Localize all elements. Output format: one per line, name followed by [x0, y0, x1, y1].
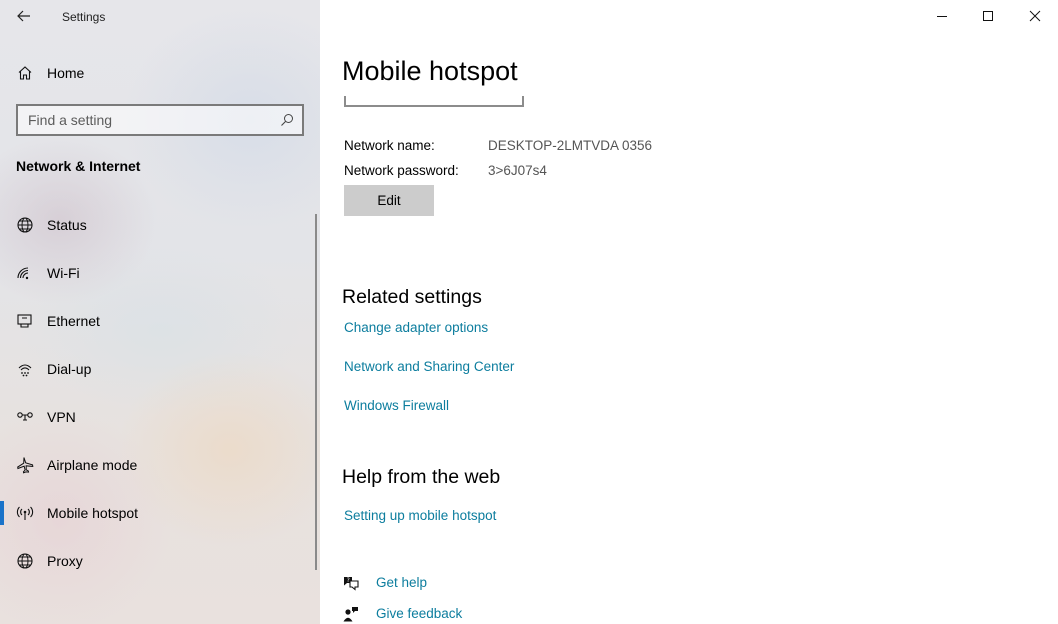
sidebar-item-label: Wi-Fi: [47, 265, 80, 281]
selected-indicator: [0, 501, 4, 525]
wifi-icon: [17, 267, 29, 280]
network-password-value: 3>6J07s4: [488, 163, 547, 178]
help-heading: Help from the web: [342, 466, 501, 488]
sidebar-item-label: Airplane mode: [47, 457, 138, 473]
home-label: Home: [47, 65, 85, 81]
globe-proxy-icon: [17, 553, 33, 569]
ethernet-icon: [17, 314, 32, 328]
edit-button[interactable]: Edit: [344, 185, 434, 216]
network-name-label: Network name:: [344, 138, 435, 153]
sidebar-item-vpn[interactable]: VPN: [0, 393, 312, 441]
airplane-icon: [17, 457, 34, 474]
sidebar-item-label: Dial-up: [47, 361, 92, 377]
link-change-adapter-options[interactable]: Change adapter options: [344, 320, 488, 335]
svg-text:?: ?: [347, 577, 350, 584]
get-help-label: Get help: [376, 575, 428, 590]
sidebar-item-label: Mobile hotspot: [47, 505, 139, 521]
get-help-icon: ?: [344, 577, 359, 591]
sidebar-item-home[interactable]: Home: [0, 58, 320, 88]
page-title: Mobile hotspot: [342, 56, 518, 86]
link-network-sharing-center[interactable]: Network and Sharing Center: [344, 359, 514, 374]
sidebar-item-proxy[interactable]: Proxy: [0, 537, 312, 585]
sidebar-item-mobile-hotspot[interactable]: Mobile hotspot: [0, 489, 312, 537]
sidebar-nav: Status Wi-Fi Ethernet Dial-up VPN Airpla…: [0, 201, 312, 585]
give-feedback-icon: [343, 607, 358, 622]
vpn-icon: [17, 412, 33, 421]
maximize-icon: [983, 11, 993, 21]
link-windows-firewall[interactable]: Windows Firewall: [344, 398, 449, 413]
sidebar-item-label: Ethernet: [47, 313, 100, 329]
maximize-button[interactable]: [965, 0, 1011, 32]
app-title: Settings: [62, 10, 106, 24]
sidebar: Settings Home Network & Internet Status: [0, 0, 320, 624]
minimize-icon: [937, 16, 947, 17]
network-password-label: Network password:: [344, 163, 459, 178]
globe-status-icon: [17, 217, 33, 233]
sidebar-item-dialup[interactable]: Dial-up: [0, 345, 312, 393]
sidebar-item-ethernet[interactable]: Ethernet: [0, 297, 312, 345]
get-help-link[interactable]: ? Get help: [342, 573, 542, 593]
sidebar-item-airplane[interactable]: Airplane mode: [0, 441, 312, 489]
network-info-box-edge: [344, 96, 524, 107]
dialup-icon: [18, 364, 32, 377]
back-arrow-icon: [17, 10, 30, 22]
related-settings-heading: Related settings: [342, 286, 482, 308]
network-name-value: DESKTOP-2LMTVDA 0356: [488, 138, 653, 153]
search-input[interactable]: [18, 112, 268, 128]
give-feedback-link[interactable]: Give feedback: [342, 604, 542, 624]
search-icon[interactable]: [280, 113, 294, 127]
hotspot-icon: [16, 506, 34, 520]
sidebar-item-wifi[interactable]: Wi-Fi: [0, 249, 312, 297]
section-heading: Network & Internet: [16, 158, 141, 174]
sidebar-scrollbar[interactable]: [315, 214, 317, 570]
sidebar-item-label: VPN: [47, 409, 76, 425]
link-setting-up-hotspot[interactable]: Setting up mobile hotspot: [344, 508, 496, 523]
give-feedback-label: Give feedback: [376, 606, 463, 621]
close-icon: [1029, 10, 1041, 22]
sidebar-item-status[interactable]: Status: [0, 201, 312, 249]
close-button[interactable]: [1012, 0, 1058, 32]
search-box[interactable]: [16, 104, 304, 136]
minimize-button[interactable]: [919, 0, 965, 32]
back-button[interactable]: [14, 6, 34, 26]
home-icon: [18, 66, 32, 80]
sidebar-item-label: Proxy: [47, 553, 83, 569]
sidebar-item-label: Status: [47, 217, 87, 233]
